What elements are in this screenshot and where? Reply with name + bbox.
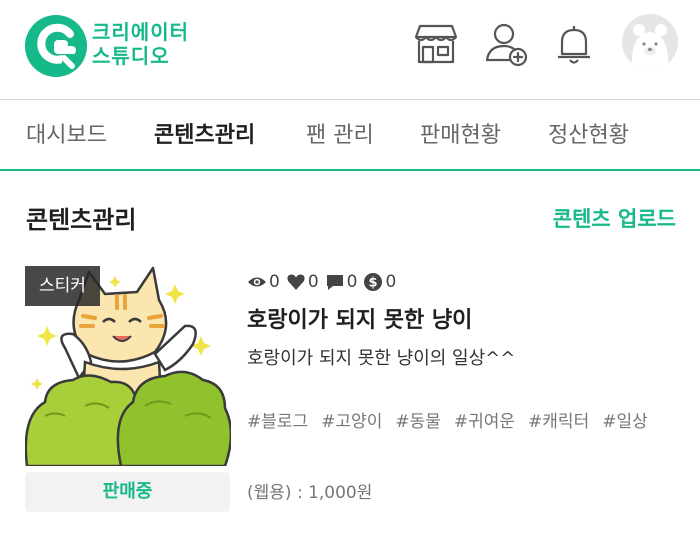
- tab-fan-management[interactable]: 팬 관리: [306, 121, 374, 151]
- sticker-badge: 스티커: [25, 266, 100, 306]
- item-tags: #블로그 #고양이 #동물 #귀여운 #캐릭터 #일상: [247, 410, 661, 434]
- logo-line1: 크리에이터: [92, 20, 189, 44]
- item-price: (웹용) : 1,000원: [247, 483, 373, 503]
- logo-text[interactable]: 크리에이터 스튜디오: [92, 20, 189, 68]
- tab-dashboard[interactable]: 대시보드: [26, 121, 107, 151]
- avatar[interactable]: [622, 14, 678, 70]
- tag[interactable]: #캐릭터: [528, 410, 589, 434]
- tag[interactable]: #블로그: [247, 410, 308, 434]
- svg-text:$: $: [369, 276, 378, 291]
- views-count: 0: [269, 272, 280, 292]
- store-icon[interactable]: [412, 20, 460, 68]
- top-header: 크리에이터 스튜디오: [0, 0, 700, 100]
- eye-icon: [248, 277, 266, 287]
- tab-settlement-status[interactable]: 정산현황: [548, 121, 629, 151]
- main-tabs: 대시보드 콘텐츠관리 팬 관리 판매현황 정산현황: [0, 101, 700, 171]
- content-upload-button[interactable]: 콘텐츠 업로드: [553, 204, 676, 234]
- logo-icon[interactable]: [24, 14, 88, 78]
- add-user-icon[interactable]: [483, 20, 531, 68]
- sale-status-button[interactable]: 판매중: [25, 472, 230, 512]
- tag[interactable]: #일상: [602, 410, 648, 434]
- tab-content-management[interactable]: 콘텐츠관리: [154, 121, 255, 151]
- heart-icon: [287, 274, 305, 290]
- item-description: 호랑이가 되지 못한 냥이의 일상^^: [247, 348, 516, 369]
- likes-count: 0: [307, 272, 319, 292]
- bell-icon[interactable]: [550, 20, 598, 68]
- tag[interactable]: #고양이: [321, 410, 382, 434]
- dollar-icon: $: [364, 273, 383, 291]
- logo-line2: 스튜디오: [92, 44, 170, 68]
- tag[interactable]: #동물: [395, 410, 441, 434]
- tab-sales-status[interactable]: 판매현황: [420, 121, 501, 151]
- comment-icon: [326, 275, 343, 290]
- bear-avatar-icon: [631, 24, 669, 70]
- sales-count: 0: [385, 272, 397, 292]
- item-stats: 0 0 0 $ 0: [247, 270, 402, 294]
- comments-count: 0: [346, 272, 358, 292]
- section-title: 콘텐츠관리: [26, 206, 137, 234]
- item-title[interactable]: 호랑이가 되지 못한 냥이: [247, 305, 472, 337]
- tag[interactable]: #귀여운: [454, 410, 515, 434]
